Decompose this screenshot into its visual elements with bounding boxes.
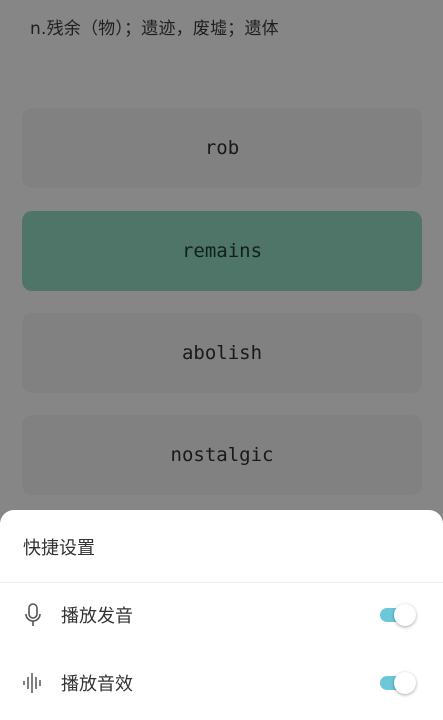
setting-label: 播放音效: [61, 674, 133, 695]
microphone-icon: [22, 603, 44, 627]
setting-row-play-pronunciation: 播放发音: [0, 585, 443, 645]
setting-label: 播放发音: [61, 606, 133, 627]
toggle-knob: [394, 604, 416, 626]
divider: [0, 582, 443, 583]
setting-row-play-sound-effects: 播放音效: [0, 653, 443, 713]
app-screen: n.残余（物）；遗迹，废墟；遗体 rob remains abolish nos…: [0, 0, 443, 720]
play-pronunciation-toggle[interactable]: [380, 604, 416, 626]
sound-wave-icon: [22, 671, 44, 695]
play-sound-effects-toggle[interactable]: [380, 672, 416, 694]
toggle-knob: [394, 672, 416, 694]
sheet-title: 快捷设置: [23, 538, 95, 559]
quick-settings-sheet: 快捷设置 播放发音 播放音效: [0, 510, 443, 720]
